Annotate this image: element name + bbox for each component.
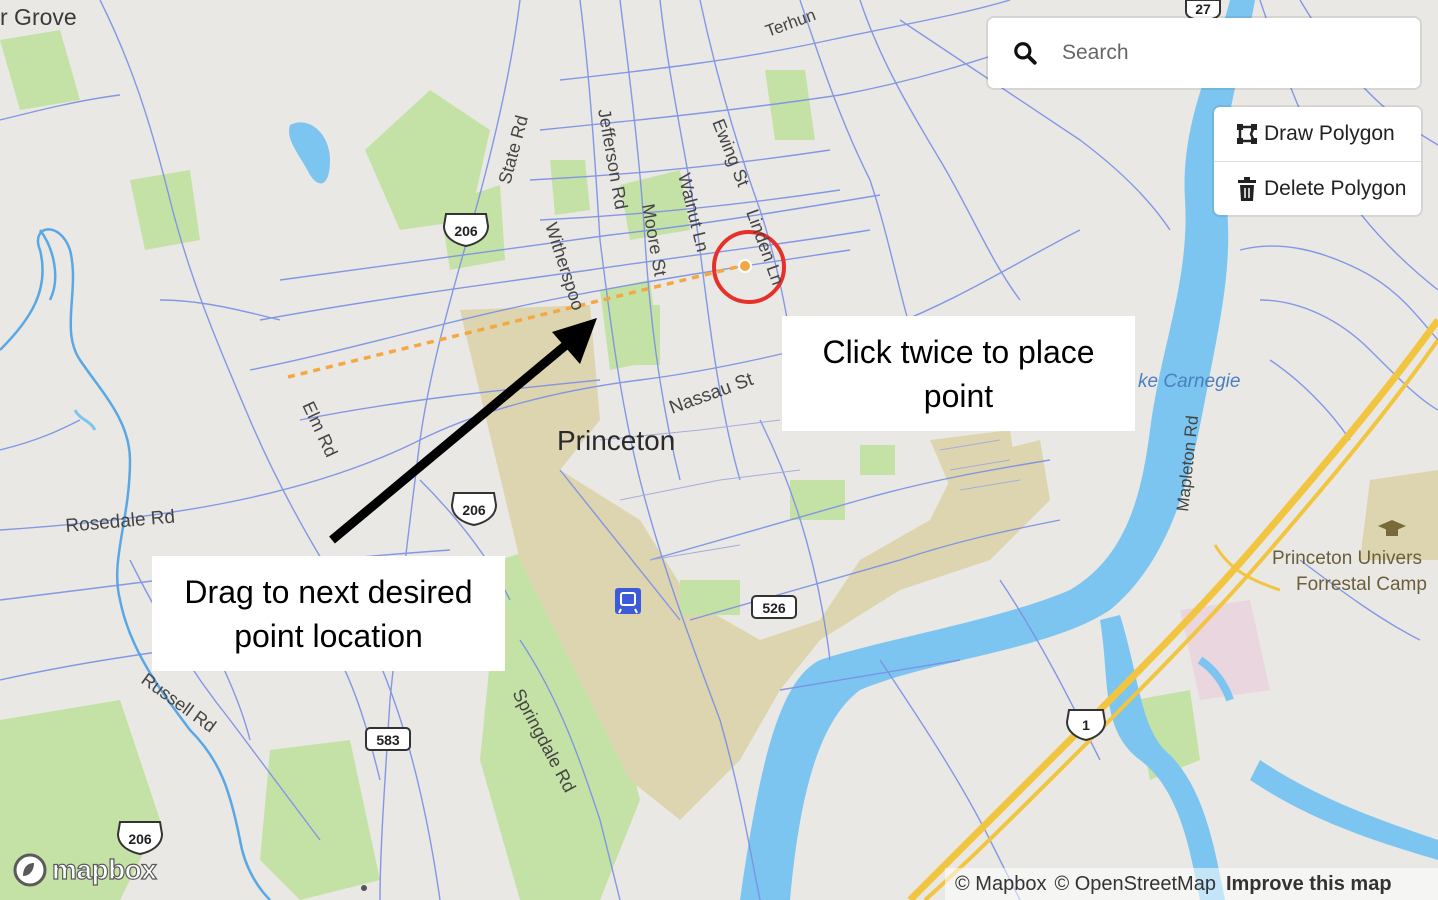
shield-us206-mid-label: 206 [462,502,486,518]
mapbox-logo-icon [13,853,47,887]
label-princeton: Princeton [557,425,675,456]
label-forrestal-1: Princeton Univers [1272,548,1422,569]
improve-map-link[interactable]: Improve this map [1226,873,1392,896]
draw-polygon-label: Draw Polygon [1264,122,1395,145]
delete-polygon-label: Delete Polygon [1264,176,1407,200]
poi-dot [361,885,367,891]
shield-r526: 526 [751,595,797,619]
attribution-mapbox-link[interactable]: © Mapbox [955,873,1046,896]
mapbox-logo-text: mapbox [51,853,157,885]
callout-click-line1: Click twice to place [822,333,1095,370]
shield-r583: 583 [365,727,411,751]
draw-vertex[interactable] [738,259,752,273]
train-station-icon [615,588,641,614]
label-lake-carnegie: ke Carnegie [1138,371,1240,392]
shield-r27: 27 [1185,0,1221,22]
label-forrestal-2: Forrestal Camp [1296,574,1427,595]
attribution-bar: © Mapbox © OpenStreetMap Improve this ma… [945,868,1438,900]
search-icon [1014,42,1037,65]
label-grove: r Grove [0,4,77,30]
draw-polygon-button[interactable]: Draw Polygon [1214,107,1421,161]
callout-drag: Drag to next desired point location [152,556,505,671]
attribution-osm-link[interactable]: © OpenStreetMap [1054,873,1215,896]
search-box [988,18,1420,88]
search-input[interactable] [1060,40,1384,66]
callout-drag-line2: point location [234,617,423,654]
shield-r526-label: 526 [762,600,786,616]
polygon-icon [1237,124,1257,144]
delete-polygon-button[interactable]: Delete Polygon [1214,161,1421,215]
shield-us206-south-label: 206 [128,831,152,847]
callout-drag-line1: Drag to next desired [184,573,473,610]
callout-click-line2: point [923,377,994,414]
shield-r583-label: 583 [376,732,400,748]
draw-controls: Draw Polygon Delete Polygon [1214,107,1421,215]
shield-us206-north-label: 206 [454,223,478,239]
shield-us1-label: 1 [1082,717,1090,733]
trash-icon [1238,176,1256,201]
callout-click-twice: Click twice to place point [782,316,1135,431]
mapbox-logo[interactable]: mapbox [12,852,157,888]
shield-r27-label: 27 [1195,1,1211,17]
